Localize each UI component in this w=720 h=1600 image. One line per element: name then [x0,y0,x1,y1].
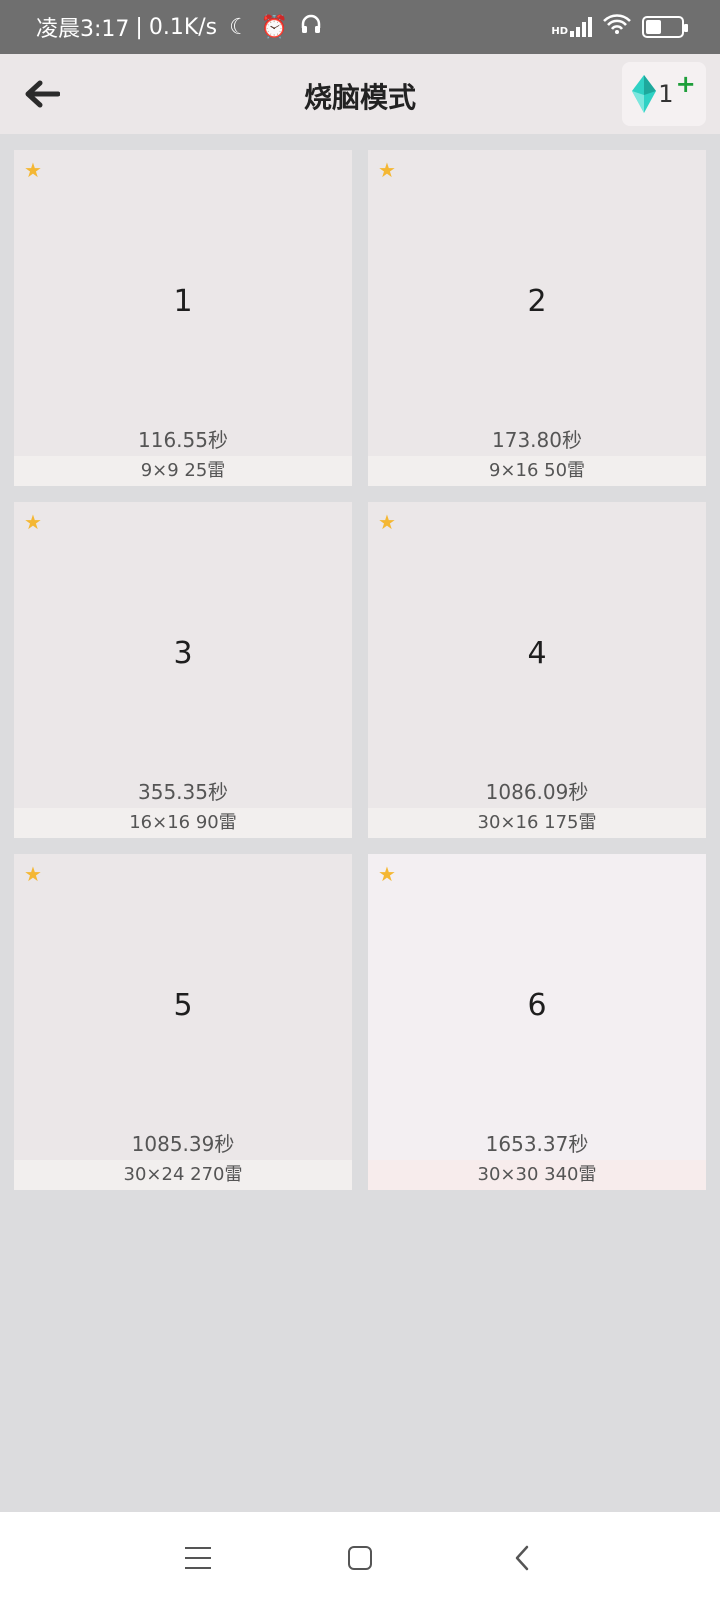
best-time: 1653.37秒 [485,1132,589,1156]
status-right: HD [551,13,688,41]
gem-count: 1 [658,80,674,108]
gem-balance-button[interactable]: 1 + [622,62,706,126]
home-button[interactable] [340,1538,380,1578]
alarm-icon: ⏰ [260,14,289,40]
recents-button[interactable] [178,1538,218,1578]
level-number: 3 [173,636,193,671]
star-icon: ★ [24,158,42,182]
app-bar: 烧脑模式 1 + [0,54,720,134]
level-grid: ★ 1 116.55秒 9×9 25雷 ★ 2 173.80秒 9×16 50雷… [14,150,706,1190]
level-card-5[interactable]: ★ 5 1085.39秒 30×24 270雷 [14,854,352,1190]
level-card-3[interactable]: ★ 3 355.35秒 16×16 90雷 [14,502,352,838]
board-spec: 9×9 25雷 [14,456,352,486]
star-icon: ★ [378,862,396,886]
best-time: 1085.39秒 [131,1132,235,1156]
level-number: 1 [173,284,193,319]
page-title: 烧脑模式 [303,81,416,114]
home-icon [348,1546,372,1570]
board-spec: 30×16 175雷 [368,808,706,838]
best-time: 1086.09秒 [485,780,589,804]
network-badge: HD [551,26,568,37]
star-icon: ★ [378,510,396,534]
board-spec: 30×24 270雷 [14,1160,352,1190]
network-speed: 0.1K/s [148,14,218,40]
signal-icon: HD [551,17,592,37]
moon-icon: ☾ [229,14,249,40]
status-time: 凌晨3:17 [36,17,130,42]
best-time: 173.80秒 [492,428,582,452]
plus-icon: + [675,70,696,98]
board-spec: 16×16 90雷 [14,808,352,838]
wifi-icon [602,13,632,41]
best-time: 355.35秒 [138,780,228,804]
status-left: 凌晨3:17 | 0.1K/s ☾ ⏰ [36,11,322,43]
board-spec: 9×16 50雷 [368,456,706,486]
menu-icon [185,1547,211,1569]
level-card-4[interactable]: ★ 4 1086.09秒 30×16 175雷 [368,502,706,838]
star-icon: ★ [24,862,42,886]
level-number: 4 [527,636,547,671]
gem-icon [632,75,657,113]
level-card-1[interactable]: ★ 1 116.55秒 9×9 25雷 [14,150,352,486]
headphones-icon [300,13,322,41]
system-nav-bar [0,1512,720,1600]
board-spec: 30×30 340雷 [368,1160,706,1190]
star-icon: ★ [24,510,42,534]
level-number: 5 [173,988,193,1023]
level-number: 6 [527,988,547,1023]
level-card-2[interactable]: ★ 2 173.80秒 9×16 50雷 [368,150,706,486]
best-time: 116.55秒 [138,428,228,452]
battery-icon [642,16,688,38]
status-divider: | [135,14,143,40]
star-icon: ★ [378,158,396,182]
level-number: 2 [527,284,547,319]
level-card-6[interactable]: ★ 6 1653.37秒 30×30 340雷 [368,854,706,1190]
chevron-left-icon [515,1545,529,1571]
status-bar: 凌晨3:17 | 0.1K/s ☾ ⏰ HD [0,0,720,54]
back-nav-button[interactable] [502,1538,542,1578]
